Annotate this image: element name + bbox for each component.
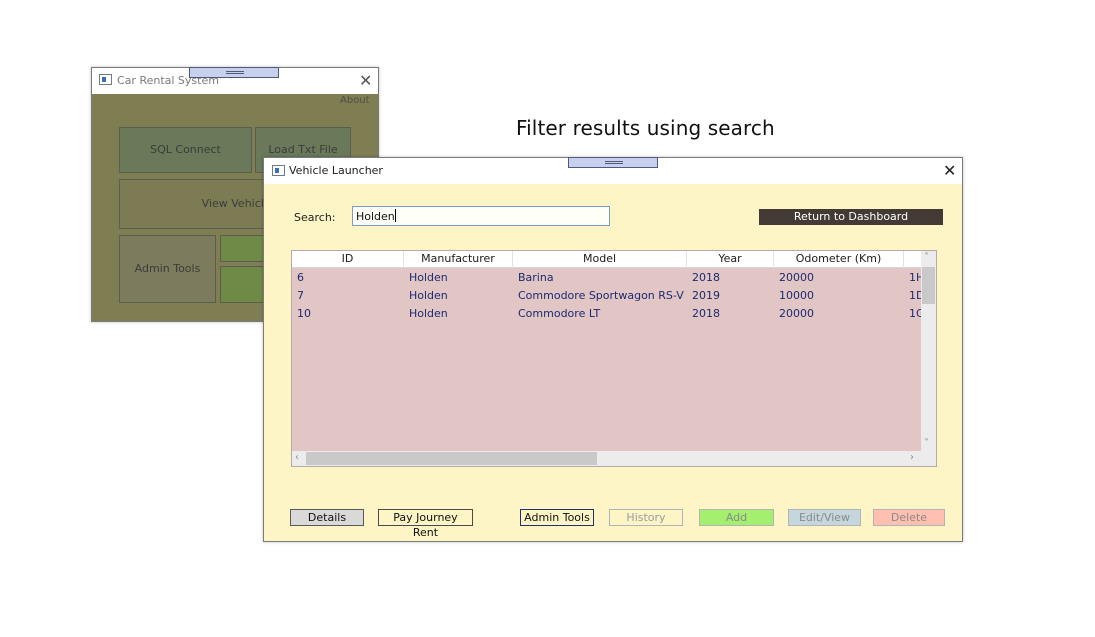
return-to-dashboard-button[interactable]: Return to Dashboard [759, 209, 943, 225]
table-row[interactable]: 10 Holden Commodore LT 2018 20000 1G [292, 305, 922, 323]
table-row[interactable]: 7 Holden Commodore Sportwagon RS-V 2019 … [292, 287, 922, 305]
cell-odometer: 20000 [779, 271, 814, 284]
column-header-year[interactable]: Year [687, 251, 774, 268]
details-button[interactable]: Details [290, 509, 364, 526]
search-input[interactable]: Holden [352, 206, 610, 226]
admin-tools-button[interactable]: Admin Tools [520, 509, 594, 526]
cell-model: Commodore Sportwagon RS-V [518, 289, 684, 302]
scroll-up-icon[interactable]: ˄ [924, 253, 929, 263]
sql-connect-button[interactable]: SQL Connect [119, 127, 252, 173]
cell-extra: 1G [909, 307, 922, 320]
cell-manufacturer: Holden [409, 271, 448, 284]
column-header-id[interactable]: ID [292, 251, 404, 268]
cell-odometer: 20000 [779, 307, 814, 320]
close-icon[interactable]: ✕ [943, 163, 956, 179]
history-button[interactable]: History [609, 509, 683, 526]
column-header-odometer[interactable]: Odometer (Km) [774, 251, 904, 268]
search-value: Holden [356, 210, 395, 223]
window-icon [272, 165, 285, 176]
add-button[interactable]: Add [699, 509, 774, 526]
horizontal-scroll-thumb[interactable] [306, 452, 597, 465]
edit-view-button[interactable]: Edit/View [788, 509, 861, 526]
cell-manufacturer: Holden [409, 289, 448, 302]
delete-button[interactable]: Delete [873, 509, 945, 526]
vehicle-launcher-window: Vehicle Launcher ✕ Search: Holden Return… [263, 157, 963, 542]
vertical-scrollbar[interactable]: ˄ ˅ [921, 251, 936, 451]
horizontal-scrollbar[interactable]: ‹ › [292, 451, 922, 466]
column-header-manufacturer[interactable]: Manufacturer [404, 251, 513, 268]
launcher-body: Search: Holden Return to Dashboard ID Ma… [264, 184, 962, 541]
cell-id: 6 [297, 271, 304, 284]
vehicle-table[interactable]: ID Manufacturer Model Year Odometer (Km)… [291, 250, 937, 467]
table-header: ID Manufacturer Model Year Odometer (Km) [292, 251, 922, 268]
window-icon [99, 74, 112, 85]
search-label: Search: [294, 211, 336, 224]
cell-extra: 1D' [909, 289, 922, 302]
cell-model: Barina [518, 271, 554, 284]
column-header-model[interactable]: Model [513, 251, 687, 268]
caption-text: Filter results using search [516, 116, 775, 140]
scroll-down-icon[interactable]: ˅ [924, 439, 929, 449]
drag-grip-icon[interactable] [568, 157, 658, 168]
table-row[interactable]: 6 Holden Barina 2018 20000 1H [292, 269, 922, 287]
cell-extra: 1H [909, 271, 922, 284]
about-link[interactable]: About [340, 95, 370, 106]
cell-year: 2018 [692, 307, 720, 320]
scroll-right-icon[interactable]: › [910, 453, 914, 463]
cell-year: 2018 [692, 271, 720, 284]
cell-odometer: 10000 [779, 289, 814, 302]
scrollbar-corner [921, 451, 936, 466]
drag-grip-icon[interactable] [189, 67, 279, 78]
scroll-left-icon[interactable]: ‹ [295, 453, 299, 463]
cell-id: 7 [297, 289, 304, 302]
close-icon[interactable]: ✕ [359, 73, 372, 89]
pay-journey-rent-button[interactable]: Pay Journey Rent [378, 509, 473, 539]
text-caret [394, 209, 396, 222]
cell-model: Commodore LT [518, 307, 601, 320]
cell-manufacturer: Holden [409, 307, 448, 320]
admin-tools-button[interactable]: Admin Tools [119, 235, 216, 303]
window-title: Vehicle Launcher [289, 164, 383, 177]
cell-id: 10 [297, 307, 311, 320]
column-header-extra[interactable] [904, 251, 922, 268]
vertical-scroll-thumb[interactable] [922, 267, 935, 304]
cell-year: 2019 [692, 289, 720, 302]
